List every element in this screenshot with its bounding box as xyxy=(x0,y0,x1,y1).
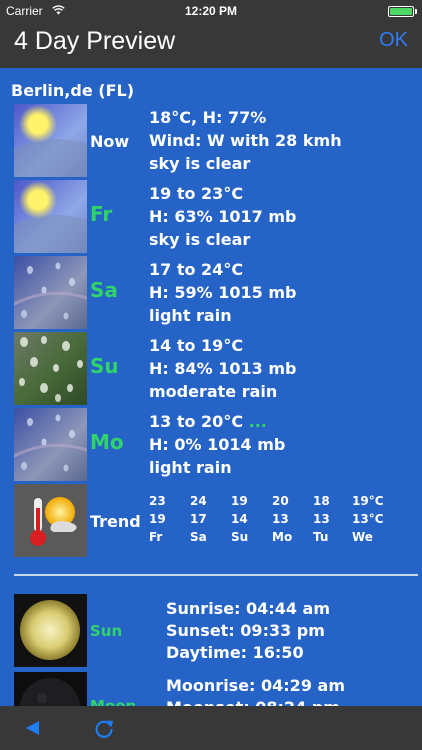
temperature-line: 17 to 24°C xyxy=(149,260,244,279)
status-bar: Carrier 12:20 PM xyxy=(0,0,422,22)
moderate-rain-icon xyxy=(14,332,87,405)
clear-sky-icon xyxy=(14,180,87,253)
trend-highs-row: 23 24 19 20 18 19°C xyxy=(149,492,419,510)
forecast-row-mo: Mo 13 to 20°C ... H: 0% 1014 mb light ra… xyxy=(14,408,414,482)
clear-sky-icon xyxy=(14,104,87,177)
trend-day: Sa xyxy=(190,530,207,544)
trend-high: 24 xyxy=(190,494,207,508)
trend-lows-row: 19 17 14 13 13 13°C xyxy=(149,510,419,528)
daytime-line: Daytime: 16:50 xyxy=(166,643,304,662)
trend-days-row: Fr Sa Su Mo Tu We xyxy=(149,528,419,546)
humidity-pressure-line: H: 59% 1015 mb xyxy=(149,283,297,302)
forecast-row-fr: Fr 19 to 23°C H: 63% 1017 mb sky is clea… xyxy=(14,180,414,254)
back-arrow-icon[interactable] xyxy=(22,718,42,738)
location-label: Berlin,de (FL) xyxy=(11,81,134,100)
sun-label: Sun xyxy=(90,622,123,640)
trend-high: 19°C xyxy=(352,494,384,508)
humidity-pressure-line: H: 84% 1013 mb xyxy=(149,359,297,378)
forecast-details: 14 to 19°C H: 84% 1013 mb moderate rain xyxy=(149,334,296,403)
trend-day: Fr xyxy=(149,530,163,544)
trend-high: 18 xyxy=(313,494,330,508)
thermometer-sun-icon xyxy=(14,484,87,557)
trend-low: 13 xyxy=(272,512,289,526)
trend-day: Mo xyxy=(272,530,293,544)
forecast-details: 19 to 23°C H: 63% 1017 mb sky is clear xyxy=(149,182,296,251)
divider xyxy=(14,574,418,576)
more-indicator[interactable]: ... xyxy=(249,412,267,431)
sun-details: Sunrise: 04:44 am Sunset: 09:33 pm Dayti… xyxy=(166,598,330,664)
humidity-pressure-line: H: 63% 1017 mb xyxy=(149,207,297,226)
day-label: Su xyxy=(90,354,119,378)
sunrise-line: Sunrise: 04:44 am xyxy=(166,599,330,618)
trend-low: 13 xyxy=(313,512,330,526)
trend-low: 13°C xyxy=(352,512,384,526)
temperature-line: 19 to 23°C xyxy=(149,184,244,203)
trend-low: 17 xyxy=(190,512,207,526)
condition-line: light rain xyxy=(149,458,232,477)
trend-day: Su xyxy=(231,530,249,544)
condition-line: sky is clear xyxy=(149,230,251,249)
nav-bar: 4 Day Preview OK xyxy=(0,22,422,68)
trend-low: 19 xyxy=(149,512,166,526)
trend-day: We xyxy=(352,530,373,544)
forecast-details: 17 to 24°C H: 59% 1015 mb light rain xyxy=(149,258,296,327)
battery-icon xyxy=(388,6,414,17)
forecast-row-now: Now 18°C, H: 77% Wind: W with 28 kmh sky… xyxy=(14,104,414,178)
day-label: Fr xyxy=(90,202,113,226)
refresh-icon[interactable] xyxy=(92,716,116,740)
clock: 12:20 PM xyxy=(184,4,238,18)
trend-high: 19 xyxy=(231,494,248,508)
day-label: Sa xyxy=(90,278,118,302)
trend-day: Tu xyxy=(313,530,329,544)
forecast-details: 13 to 20°C ... H: 0% 1014 mb light rain xyxy=(149,410,285,479)
ok-button[interactable]: OK xyxy=(379,29,408,52)
forecast-row-su: Su 14 to 19°C H: 84% 1013 mb moderate ra… xyxy=(14,332,414,406)
trend-table: 23 24 19 20 18 19°C 19 17 14 13 13 13°C … xyxy=(149,492,419,546)
humidity-pressure-line: H: 0% 1014 mb xyxy=(149,435,286,454)
trend-low: 14 xyxy=(231,512,248,526)
page-title: 4 Day Preview xyxy=(14,27,176,55)
day-label: Now xyxy=(90,132,130,151)
moonrise-line: Moonrise: 04:29 am xyxy=(166,676,345,695)
temperature-range: 13 to 20°C xyxy=(149,412,244,431)
light-rain-icon xyxy=(14,408,87,481)
condition-line: light rain xyxy=(149,306,232,325)
sun-icon xyxy=(14,594,87,667)
condition-line: moderate rain xyxy=(149,382,278,401)
trend-label: Trend xyxy=(90,512,141,531)
light-rain-icon xyxy=(14,256,87,329)
wind-line: Wind: W with 28 kmh xyxy=(149,131,342,150)
condition-line: sky is clear xyxy=(149,154,251,173)
forecast-row-sa: Sa 17 to 24°C H: 59% 1015 mb light rain xyxy=(14,256,414,330)
trend-high: 23 xyxy=(149,494,166,508)
day-label: Mo xyxy=(90,430,124,454)
bottom-toolbar xyxy=(0,706,422,750)
forecast-details: 18°C, H: 77% Wind: W with 28 kmh sky is … xyxy=(149,106,342,175)
temperature-line: 18°C, H: 77% xyxy=(149,108,267,127)
trend-high: 20 xyxy=(272,494,289,508)
temperature-line: 13 to 20°C ... xyxy=(149,410,285,433)
temperature-line: 14 to 19°C xyxy=(149,336,244,355)
sunset-line: Sunset: 09:33 pm xyxy=(166,621,325,640)
trend-row: Trend 23 24 19 20 18 19°C 19 17 14 13 13… xyxy=(14,484,414,558)
